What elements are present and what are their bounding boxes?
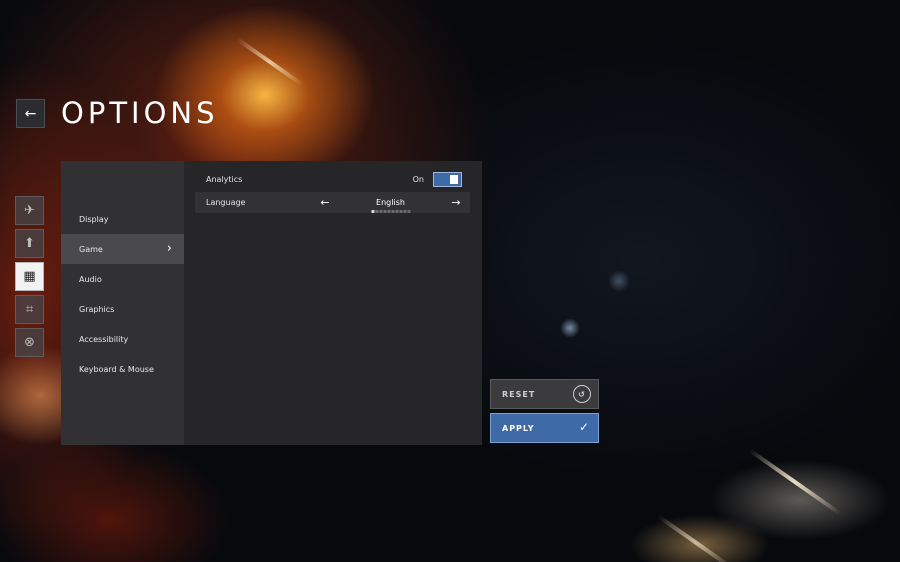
page-pip: [387, 210, 390, 213]
nav-item-label: Graphics: [79, 304, 115, 314]
page-pip: [407, 210, 410, 213]
arrow-right-icon[interactable]: →: [448, 196, 464, 209]
analytics-toggle-group: On: [413, 172, 462, 187]
arrow-left-icon[interactable]: ←: [317, 196, 333, 209]
nav-item-display[interactable]: Display: [61, 204, 184, 234]
reset-button-label: RESET: [502, 389, 536, 399]
back-button[interactable]: ←: [16, 99, 45, 128]
page-pip: [403, 210, 406, 213]
toggle-state-text: On: [412, 175, 424, 184]
analytics-toggle[interactable]: [433, 172, 462, 187]
nav-item-game[interactable]: Game ›: [61, 234, 184, 264]
side-tab-bar: ✈ ⬆ ▦ ⌗ ⊗: [15, 196, 44, 361]
chevron-right-icon: ›: [166, 241, 172, 256]
options-panel: Display Game › Audio Graphics Accessibil…: [61, 161, 482, 445]
controller-icon: ⌗: [25, 302, 34, 317]
back-arrow-icon: ←: [24, 105, 37, 122]
language-page-indicator: [371, 210, 410, 213]
reset-icon: ↺: [573, 385, 591, 403]
settings-list: Analytics On Language ← English →: [184, 161, 482, 445]
nav-item-audio[interactable]: Audio: [61, 264, 184, 294]
nav-item-label: Game: [79, 244, 103, 254]
grid-icon: ▦: [23, 269, 36, 284]
page-pip: [379, 210, 382, 213]
bokeh-dot: [560, 318, 580, 338]
check-icon: ✓: [578, 420, 590, 434]
page-pip: [391, 210, 394, 213]
side-tab-1[interactable]: ⬆: [15, 229, 44, 258]
page-pip: [375, 210, 378, 213]
light-streak: [656, 514, 734, 562]
upload-icon: ⬆: [24, 236, 35, 251]
nav-item-label: Display: [79, 214, 109, 224]
nav-item-keyboard-mouse[interactable]: Keyboard & Mouse: [61, 354, 184, 384]
setting-label: Analytics: [206, 175, 243, 184]
nav-item-graphics[interactable]: Graphics: [61, 294, 184, 324]
plane-icon: ✈: [24, 203, 35, 218]
side-tab-3[interactable]: ⌗: [15, 295, 44, 324]
setting-row-language: Language ← English →: [195, 192, 470, 213]
language-value-wrap: English: [333, 198, 448, 213]
reset-button[interactable]: RESET ↺: [490, 379, 599, 409]
page-pip: [383, 210, 386, 213]
page-title: OPTIONS: [61, 96, 219, 130]
nav-item-label: Accessibility: [79, 334, 129, 344]
bokeh-dot: [608, 270, 630, 292]
page-pip: [399, 210, 402, 213]
apply-button[interactable]: APPLY ✓: [490, 413, 599, 443]
setting-row-analytics: Analytics On: [195, 169, 470, 190]
light-streak: [236, 37, 304, 87]
page-pip: [395, 210, 398, 213]
side-tab-0[interactable]: ✈: [15, 196, 44, 225]
side-tab-4[interactable]: ⊗: [15, 328, 44, 357]
language-value: English: [376, 198, 405, 207]
page-pip: [371, 210, 374, 213]
side-tab-2[interactable]: ▦: [15, 262, 44, 291]
close-circle-icon: ⊗: [24, 335, 35, 350]
light-streak: [748, 448, 842, 516]
options-nav: Display Game › Audio Graphics Accessibil…: [61, 161, 184, 445]
nav-item-label: Audio: [79, 274, 102, 284]
apply-button-label: APPLY: [502, 423, 535, 433]
nav-item-accessibility[interactable]: Accessibility: [61, 324, 184, 354]
language-selector: ← English →: [317, 192, 464, 213]
nav-item-label: Keyboard & Mouse: [79, 364, 154, 374]
toggle-knob: [450, 175, 458, 184]
